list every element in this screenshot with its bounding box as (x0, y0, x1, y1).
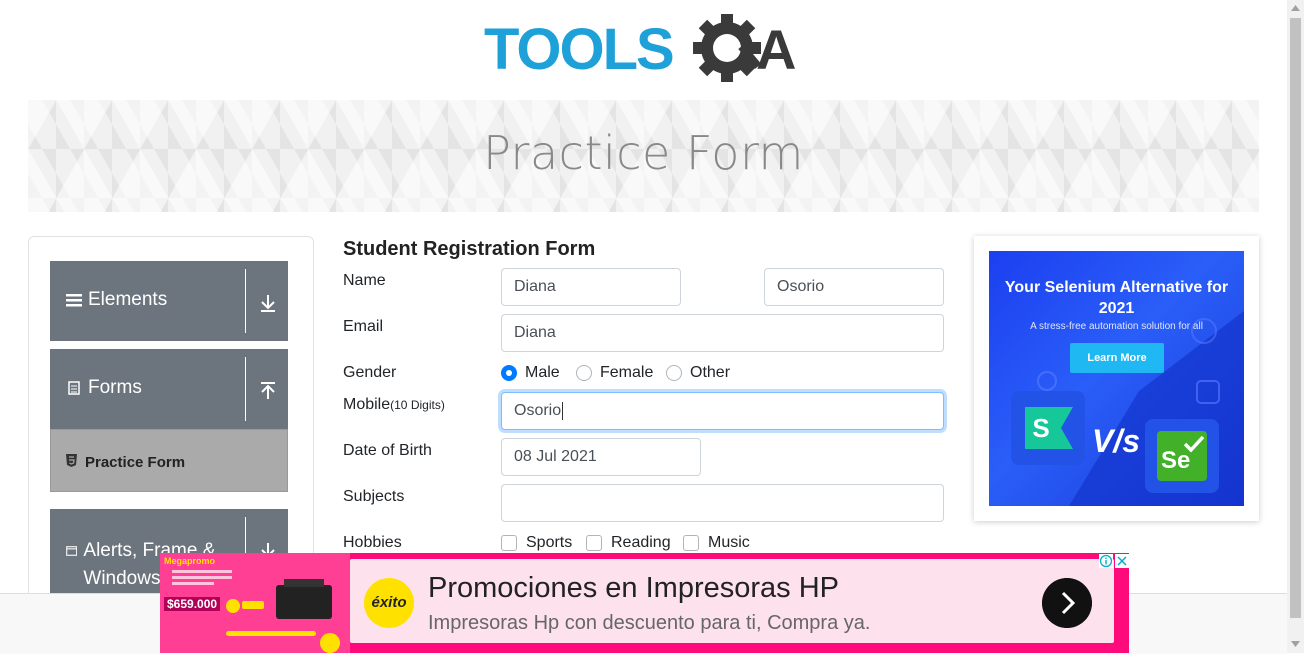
hamburger-icon (66, 294, 82, 307)
page-title: Practice Form (483, 126, 804, 180)
radio-button-checked[interactable] (501, 365, 517, 381)
arrow-down-icon[interactable] (256, 291, 280, 315)
checkbox[interactable] (586, 535, 602, 551)
gender-radio-male[interactable]: Male (501, 364, 560, 382)
radio-label: Female (600, 364, 654, 381)
katalon-logo: S (1011, 391, 1085, 465)
divider (245, 269, 246, 333)
radio-label: Male (525, 364, 560, 381)
mobile-hint: (10 Digits) (390, 398, 445, 412)
sidebar-group-elements[interactable]: Elements (50, 261, 288, 341)
subjects-input[interactable] (501, 484, 944, 522)
arrow-up-icon[interactable] (256, 379, 280, 403)
radio-button[interactable] (666, 365, 682, 381)
hobbies-label: Hobbies (343, 534, 402, 551)
checkbox-label: Music (708, 534, 750, 551)
mobile-label-text: Mobile (343, 396, 391, 413)
divider (245, 357, 246, 421)
price-seal-icon (226, 599, 240, 613)
name-label: Name (343, 272, 386, 289)
text-cursor (562, 401, 564, 420)
window-icon (66, 546, 78, 556)
checkbox-label: Sports (526, 534, 573, 551)
promo-fine-print (172, 567, 232, 595)
printer-icon (276, 585, 332, 619)
gender-label: Gender (343, 364, 397, 381)
checkbox[interactable] (501, 535, 517, 551)
discount-tag-icon (242, 601, 264, 609)
toolsqa-logo[interactable]: TOOLS A (484, 14, 814, 92)
gear-icon (693, 14, 762, 82)
sidebar-group-forms[interactable]: Forms (50, 349, 288, 429)
sidebar-group-label: Forms (88, 377, 142, 398)
promo-tag: Megapromo (164, 556, 216, 566)
form-title: Student Registration Form (343, 238, 596, 260)
sidebar-group-label: Elements (88, 289, 168, 310)
svg-text:A: A (756, 18, 796, 81)
printer-tray-icon (284, 579, 324, 587)
ad-product-image[interactable]: Megapromo $659.000 (160, 553, 350, 653)
versus-text: V/s (1092, 423, 1141, 459)
ad-title[interactable]: Promociones en Impresoras HP (428, 572, 839, 605)
date-of-birth-input[interactable]: 08 Jul 2021 (501, 438, 701, 476)
checkmark-icon (1183, 435, 1205, 453)
close-icon[interactable] (1115, 554, 1129, 568)
scrollbar-thumb[interactable] (1290, 18, 1301, 618)
katalon-logo-letter: S (1025, 407, 1057, 449)
svg-text:TOOLS: TOOLS (484, 17, 673, 82)
last-name-input[interactable]: Osorio (764, 268, 944, 306)
scroll-down-icon[interactable] (1290, 639, 1301, 649)
promo-strip (226, 631, 316, 636)
gender-radio-other[interactable]: Other (666, 364, 730, 382)
chevron-right-icon[interactable] (1042, 578, 1092, 628)
dob-label: Date of Birth (343, 442, 432, 459)
learn-more-button[interactable]: Learn More (1070, 343, 1164, 373)
email-input[interactable]: Diana (501, 314, 944, 352)
scroll-up-icon[interactable] (1290, 3, 1301, 13)
ad-info-icon[interactable] (1099, 554, 1113, 568)
mobile-input[interactable]: Osorio (501, 392, 944, 430)
ad-headline: Your Selenium Alternative for 2021 (1004, 279, 1229, 317)
katalon-chevron-icon (1057, 407, 1073, 449)
mobile-input-value: Osorio (514, 402, 562, 419)
gender-radio-female[interactable]: Female (576, 364, 653, 382)
hobby-checkbox-sports[interactable]: Sports (501, 534, 572, 552)
ad-subline: A stress-free automation solution for al… (1030, 321, 1203, 332)
exito-logo: éxito (364, 578, 414, 628)
selenium-alternative-ad[interactable]: Your Selenium Alternative for 2021 A str… (989, 251, 1244, 506)
ad-subtitle: Impresoras Hp con descuento para ti, Com… (428, 612, 871, 634)
exito-mini-logo (320, 633, 340, 653)
html5-icon (66, 454, 77, 467)
checkbox[interactable] (683, 535, 699, 551)
hobby-checkbox-music[interactable]: Music (683, 534, 750, 552)
subjects-label: Subjects (343, 488, 405, 505)
email-label: Email (343, 318, 384, 335)
radio-label: Other (690, 364, 731, 381)
hobby-checkbox-reading[interactable]: Reading (586, 534, 671, 552)
selenium-logo: Se (1145, 419, 1219, 493)
sidebar-item-label: Practice Form (85, 454, 186, 471)
mobile-label: Mobile(10 Digits) (343, 396, 445, 414)
sidebar-item-practice-form[interactable]: Practice Form (50, 429, 288, 492)
first-name-input[interactable]: Diana (501, 268, 681, 306)
checkbox-label: Reading (611, 534, 671, 551)
promo-price: $659.000 (164, 597, 221, 611)
radio-button[interactable] (576, 365, 592, 381)
document-icon (68, 381, 80, 395)
